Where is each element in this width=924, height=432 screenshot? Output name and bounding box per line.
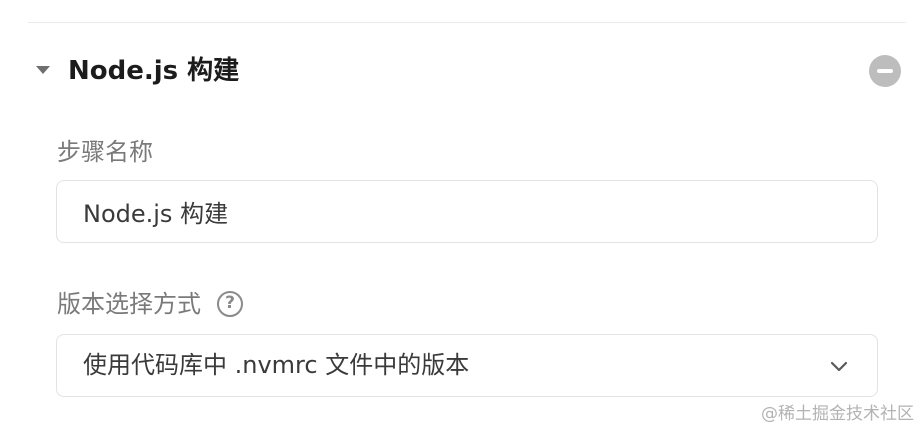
watermark: @稀土掘金技术社区 <box>761 404 914 424</box>
chevron-down-icon <box>830 361 848 372</box>
minus-circle-icon <box>877 69 893 73</box>
remove-step-button[interactable] <box>869 55 901 87</box>
version-method-selected-value: 使用代码库中 .nvmrc 文件中的版本 <box>83 351 470 379</box>
version-method-select[interactable]: 使用代码库中 .nvmrc 文件中的版本 <box>56 334 878 397</box>
divider <box>28 22 906 23</box>
step-name-input[interactable] <box>56 180 878 243</box>
question-circle-icon[interactable]: ? <box>217 291 243 317</box>
build-step-panel: Node.js 构建 步骤名称 版本选择方式 ? 使用代码库中 .nvmrc 文… <box>0 0 924 432</box>
step-name-label: 步骤名称 <box>57 138 153 166</box>
version-method-label: 版本选择方式 <box>57 290 201 318</box>
section-header: Node.js 构建 <box>28 50 906 94</box>
section-title: Node.js 构建 <box>68 56 240 86</box>
caret-down-icon[interactable] <box>36 66 50 74</box>
version-method-label-row: 版本选择方式 ? <box>57 289 243 319</box>
